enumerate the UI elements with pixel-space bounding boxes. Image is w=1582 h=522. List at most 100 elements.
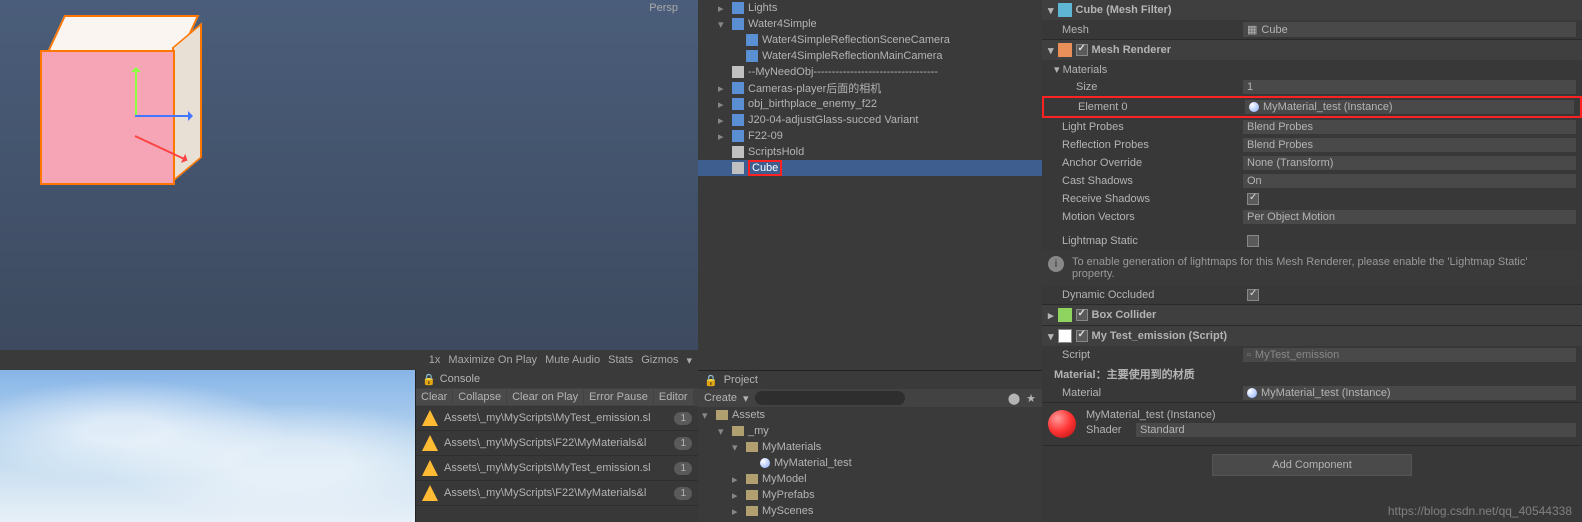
- box-collider-header[interactable]: ▸ Box Collider: [1042, 305, 1582, 325]
- projection-label[interactable]: Persp: [649, 2, 678, 14]
- project-tab[interactable]: Project: [724, 374, 758, 386]
- foldout-icon[interactable]: ▸: [718, 130, 728, 143]
- dropdown-icon[interactable]: ▾: [743, 392, 749, 405]
- mesh-renderer-header[interactable]: ▾ Mesh Renderer: [1042, 40, 1582, 60]
- material-preview[interactable]: MyMaterial_test (Instance) Shader Standa…: [1042, 403, 1582, 445]
- gizmos-dropdown-icon[interactable]: ▾: [686, 354, 692, 367]
- hierarchy-item[interactable]: ▸Cameras-player后面的相机: [698, 80, 1042, 96]
- material-name: MyMaterial_test (Instance): [1086, 409, 1576, 421]
- hierarchy-item[interactable]: ▸obj_birthplace_enemy_f22: [698, 96, 1042, 112]
- lightmap-static-checkbox[interactable]: [1247, 235, 1259, 247]
- item-label: F22-09: [748, 130, 783, 142]
- game-view[interactable]: [0, 370, 415, 522]
- foldout-icon[interactable]: ▾: [702, 409, 712, 422]
- scale-label[interactable]: 1x: [429, 354, 441, 366]
- anchor-override-field[interactable]: None (Transform): [1243, 156, 1576, 170]
- item-label: MyMaterials: [762, 441, 821, 453]
- hierarchy-item[interactable]: Water4SimpleReflectionMainCamera: [698, 48, 1042, 64]
- console-entry[interactable]: Assets\_my\MyScripts\MyTest_emission.sl1: [416, 456, 698, 481]
- foldout-icon[interactable]: ▾: [1048, 4, 1054, 17]
- element0-field[interactable]: MyMaterial_test (Instance): [1245, 100, 1574, 114]
- filter-icon[interactable]: ⬤: [1008, 392, 1020, 405]
- editor-dropdown[interactable]: Editor: [654, 389, 693, 405]
- mesh-ref-icon: ▦: [1247, 23, 1257, 36]
- foldout-icon[interactable]: ▸: [718, 2, 728, 15]
- motion-vectors-dropdown[interactable]: Per Object Motion: [1243, 210, 1576, 224]
- materials-foldout[interactable]: ▾ Materials: [1048, 63, 1243, 76]
- hierarchy-item[interactable]: ScriptsHold: [698, 144, 1042, 160]
- console-entry[interactable]: Assets\_my\MyScripts\F22\MyMaterials&l1: [416, 481, 698, 506]
- collapse-toggle[interactable]: Collapse: [453, 389, 506, 405]
- gizmos-toggle[interactable]: Gizmos: [641, 354, 678, 366]
- foldout-icon[interactable]: ▸: [718, 114, 728, 127]
- shader-dropdown[interactable]: Standard: [1136, 423, 1576, 437]
- stats-toggle[interactable]: Stats: [608, 354, 633, 366]
- foldout-icon[interactable]: ▾: [718, 425, 728, 438]
- script-field[interactable]: ▫ MyTest_emission: [1243, 348, 1576, 362]
- foldout-icon[interactable]: ▸: [718, 82, 728, 95]
- project-item[interactable]: ▸MyPrefabs: [698, 487, 1042, 503]
- lock-icon[interactable]: 🔒: [704, 374, 718, 387]
- console-entry[interactable]: Assets\_my\MyScripts\MyTest_emission.sl1: [416, 406, 698, 431]
- item-label: MyModel: [762, 473, 807, 485]
- foldout-icon[interactable]: ▸: [732, 489, 742, 502]
- cast-shadows-dropdown[interactable]: On: [1243, 174, 1576, 188]
- hierarchy-item[interactable]: ▸ J20-04-adjustGlass-succed Variant: [698, 112, 1042, 128]
- hierarchy-item[interactable]: --MyNeedObj-----------------------------…: [698, 64, 1042, 80]
- receive-shadows-checkbox[interactable]: [1247, 193, 1259, 205]
- size-label: Size: [1048, 81, 1243, 93]
- add-component-button[interactable]: Add Component: [1212, 454, 1412, 476]
- material-field[interactable]: MyMaterial_test (Instance): [1243, 386, 1576, 400]
- reflection-probes-dropdown[interactable]: Blend Probes: [1243, 138, 1576, 152]
- project-search-input[interactable]: [755, 391, 905, 405]
- dynamic-occluded-checkbox[interactable]: [1247, 289, 1259, 301]
- folder-icon: [746, 442, 758, 452]
- script-ref-icon: ▫: [1247, 349, 1251, 361]
- axis-z-icon[interactable]: [135, 115, 190, 117]
- mesh-filter-header[interactable]: ▾ Cube (Mesh Filter): [1042, 0, 1582, 20]
- hierarchy-item[interactable]: ▾Water4Simple: [698, 16, 1042, 32]
- console-tab[interactable]: Console: [440, 373, 480, 385]
- reflection-probes-label: Reflection Probes: [1048, 139, 1243, 151]
- hierarchy-item[interactable]: Water4SimpleReflectionSceneCamera: [698, 32, 1042, 48]
- script-header[interactable]: ▾ My Test_emission (Script): [1042, 326, 1582, 346]
- clear-button[interactable]: Clear: [416, 389, 452, 405]
- foldout-icon[interactable]: ▸: [732, 473, 742, 486]
- project-item[interactable]: ▸MyScenes: [698, 503, 1042, 519]
- selected-cube-gizmo[interactable]: [25, 15, 195, 185]
- project-item[interactable]: ▾ MyMaterials: [698, 439, 1042, 455]
- hierarchy-item[interactable]: ▸Lights: [698, 0, 1042, 16]
- project-item[interactable]: MyMaterial_test: [698, 455, 1042, 471]
- foldout-icon[interactable]: ▾: [1048, 330, 1054, 343]
- enable-checkbox[interactable]: [1076, 44, 1088, 56]
- star-icon[interactable]: ★: [1026, 392, 1036, 405]
- maximize-on-play-toggle[interactable]: Maximize On Play: [448, 354, 537, 366]
- project-item[interactable]: ▾_my: [698, 423, 1042, 439]
- error-pause-toggle[interactable]: Error Pause: [584, 389, 653, 405]
- hierarchy-item[interactable]: Cube: [698, 160, 1042, 176]
- axis-y-icon[interactable]: [135, 70, 137, 115]
- foldout-icon[interactable]: ▾: [732, 441, 742, 454]
- foldout-icon[interactable]: ▸: [1048, 309, 1054, 322]
- enable-checkbox[interactable]: [1076, 330, 1088, 342]
- hierarchy-item[interactable]: ▸ F22-09: [698, 128, 1042, 144]
- foldout-icon[interactable]: ▸: [718, 98, 728, 111]
- create-dropdown[interactable]: Create: [704, 392, 737, 404]
- foldout-icon[interactable]: ▾: [718, 18, 728, 31]
- scene-view[interactable]: Persp: [0, 0, 698, 350]
- hierarchy-panel[interactable]: ▸Lights▾Water4SimpleWater4SimpleReflecti…: [698, 0, 1042, 370]
- item-label: J20-04-adjustGlass-succed Variant: [748, 114, 918, 126]
- foldout-icon[interactable]: ▸: [732, 505, 742, 518]
- enable-checkbox[interactable]: [1076, 309, 1088, 321]
- project-item[interactable]: ▸ MyModel: [698, 471, 1042, 487]
- mesh-field[interactable]: ▦ Cube: [1243, 22, 1576, 37]
- console-entry[interactable]: Assets\_my\MyScripts\F22\MyMaterials&l1: [416, 431, 698, 456]
- project-root[interactable]: ▾ Assets: [698, 407, 1042, 423]
- foldout-icon[interactable]: ▾: [1048, 44, 1054, 57]
- clear-on-play-toggle[interactable]: Clear on Play: [507, 389, 583, 405]
- light-probes-dropdown[interactable]: Blend Probes: [1243, 120, 1576, 134]
- lock-icon[interactable]: 🔒: [422, 373, 436, 386]
- script-label: Script: [1048, 349, 1243, 361]
- mute-audio-toggle[interactable]: Mute Audio: [545, 354, 600, 366]
- size-field[interactable]: 1: [1243, 80, 1576, 94]
